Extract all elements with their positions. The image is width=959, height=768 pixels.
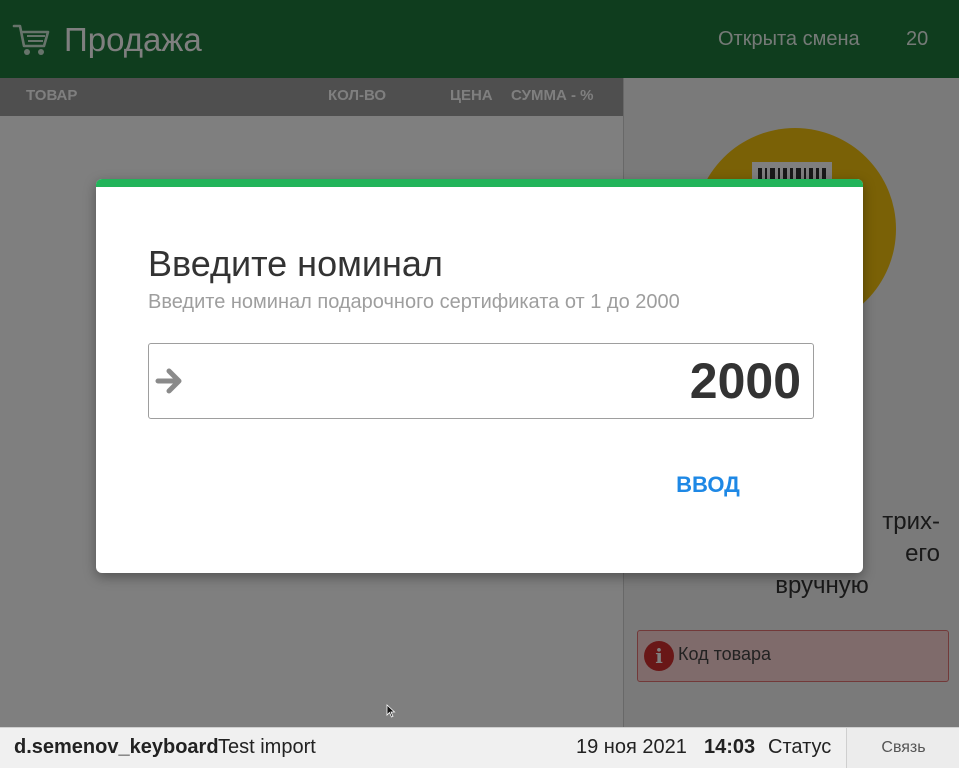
- denomination-value: 2000: [689, 353, 801, 409]
- time-display: 14:03: [704, 736, 756, 758]
- status-link[interactable]: Статус: [768, 736, 831, 759]
- mouse-cursor-icon: [386, 704, 396, 718]
- date-display: 19 ноя 2021: [576, 736, 687, 758]
- connection-button[interactable]: Связь: [846, 728, 959, 768]
- enter-button[interactable]: ВВОД: [660, 465, 756, 505]
- import-label: Test import: [218, 736, 316, 758]
- dialog-title: Введите номинал: [148, 243, 443, 284]
- denomination-dialog: Введите номинал Введите номинал подарочн…: [96, 179, 863, 573]
- user-name: d.semenov_keyboard: [14, 736, 219, 758]
- dialog-accent-bar: [96, 179, 863, 187]
- arrow-right-icon: [155, 368, 182, 394]
- dialog-subtitle: Введите номинал подарочного сертификата …: [148, 291, 680, 313]
- denomination-input[interactable]: 2000: [148, 343, 814, 419]
- status-bar: d.semenov_keyboard Test import 19 ноя 20…: [0, 727, 959, 768]
